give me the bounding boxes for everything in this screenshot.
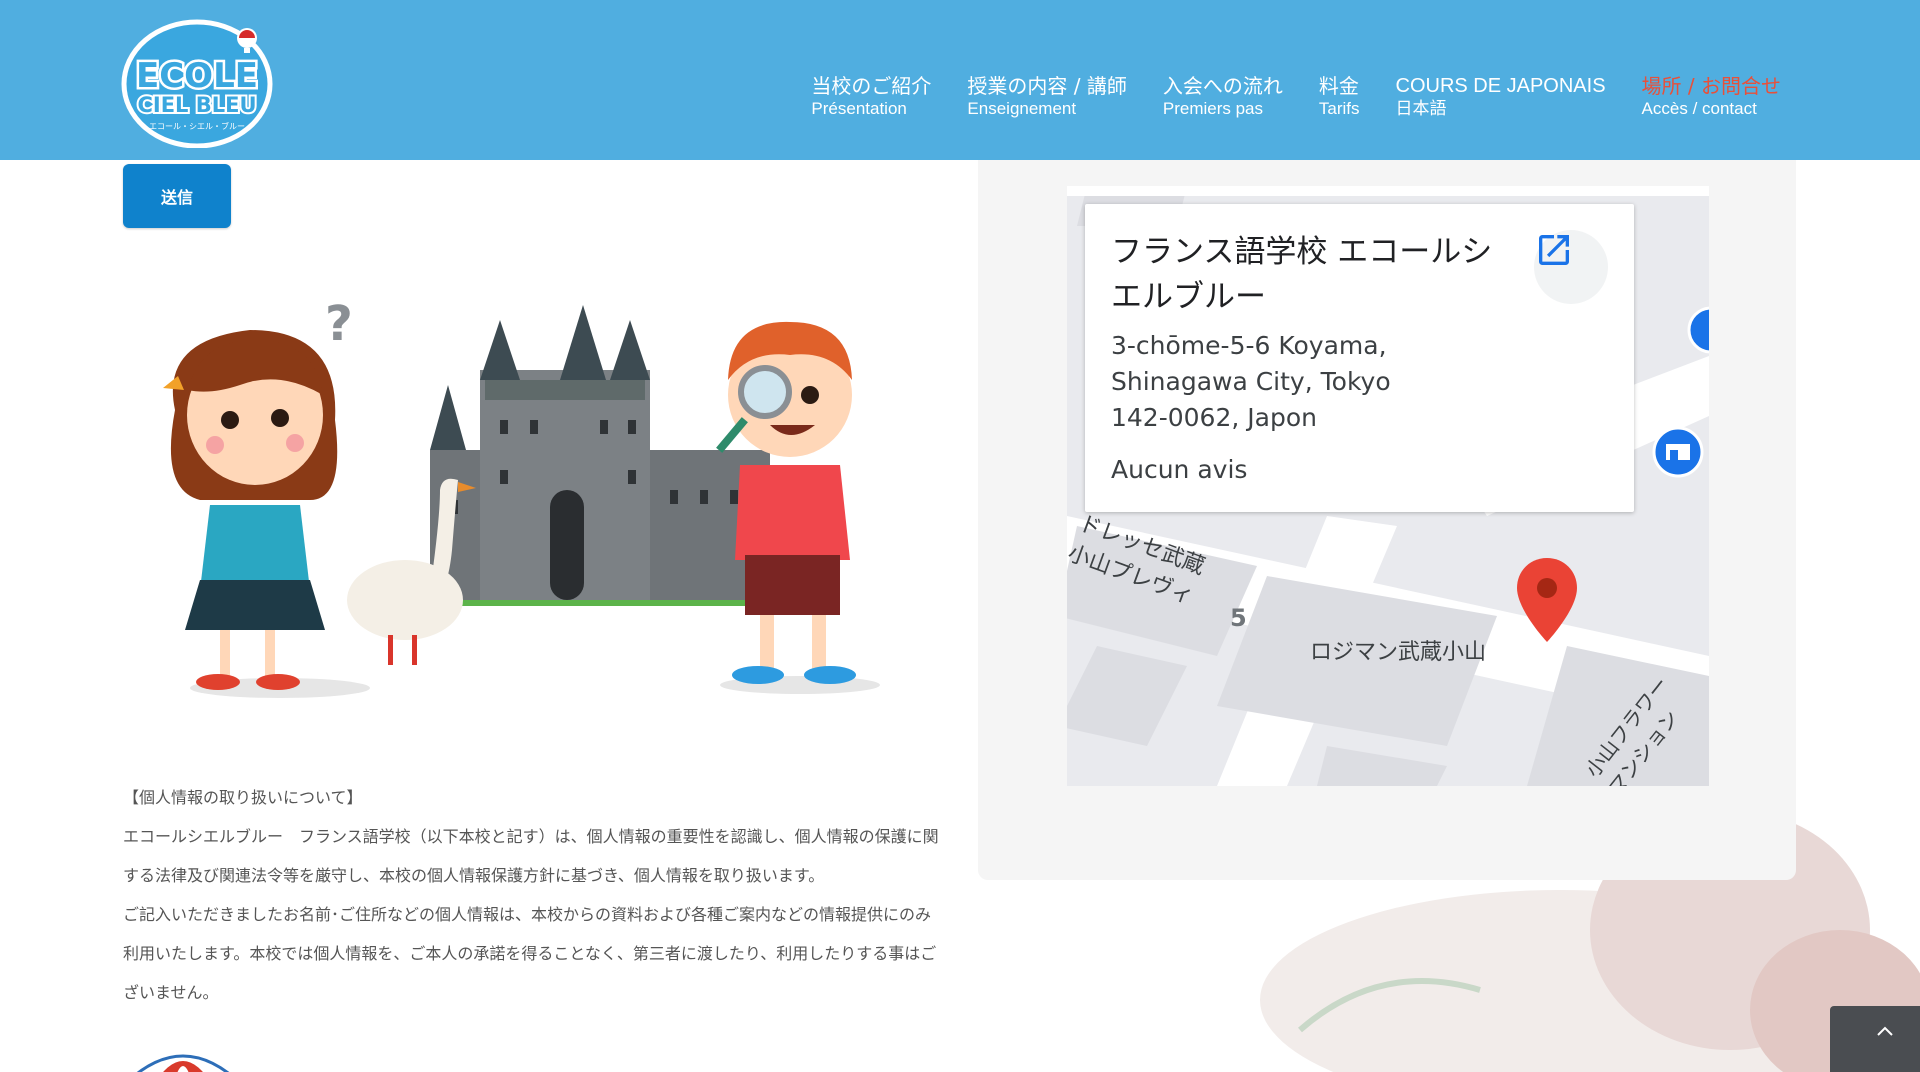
nav-item-premiers-pas[interactable]: 入会への流れ Premiers pas [1163,74,1283,120]
privacy-policy: 【個人情報の取り扱いについて】 エコールシエルブルー フランス語学校（以下本校と… [123,778,943,1012]
place-address: 3-chōme-5-6 Koyama, Shinagawa City, Toky… [1111,328,1471,436]
kids-castle-illustration: ? [163,300,880,698]
nav-label-jp: 入会への流れ [1162,74,1283,98]
nav-label-jp: 料金 [1318,74,1359,98]
nav-label-fr: 日本語 [1395,99,1447,119]
nav-label-fr: Tarifs [1318,99,1360,118]
submit-button[interactable]: 送信 [123,164,231,228]
nav-label-jp: 授業の内容 / 講師 [967,74,1127,98]
privacy-paragraph-2: ご記入いただきましたお名前･ご住所などの個人情報は、本校からの資料および各種ご案… [123,905,937,1002]
shop-marker-icon[interactable] [1652,426,1704,486]
nav-label-jp: COURS DE JAPONAIS [1395,75,1606,97]
place-reviews: Aucun avis [1111,455,1248,484]
open-in-maps-button[interactable] [1534,230,1608,304]
back-to-top-button[interactable] [1830,1006,1920,1072]
location-pin-icon[interactable] [1517,558,1577,642]
chevron-up-icon [1877,1026,1893,1036]
balloon-decoration [136,1054,230,1072]
address-line-2: Shinagawa City, Tokyo [1111,367,1391,396]
nav-item-cours-japonais[interactable]: COURS DE JAPONAIS 日本語 [1396,74,1606,120]
place-name: フランス語学校 エコールシエルブルー [1111,234,1493,315]
svg-text:?: ? [325,300,353,352]
nav-label-fr: Présentation [811,99,907,118]
main-nav: 当校のご紹介 Présentation 授業の内容 / 講師 Enseignem… [811,74,1781,120]
nav-label-fr: Accès / contact [1641,99,1757,118]
map-marker-edge-icon[interactable] [1685,304,1709,358]
nav-item-tarifs[interactable]: 料金 Tarifs [1319,74,1360,120]
castle [430,305,770,606]
nav-item-acces-contact[interactable]: 場所 / お問合せ Accès / contact [1642,74,1781,120]
nav-label-fr: Premiers pas [1162,99,1264,118]
school-logo[interactable]: ECOLE ECOLE CIEL BLEU CIEL BLEU エコール・シエル… [121,16,273,148]
privacy-heading: 【個人情報の取り扱いについて】 [123,788,363,807]
nav-label-jp: 場所 / お問合せ [1641,74,1781,98]
logo-text-2-fill: CIEL BLEU [137,93,256,117]
logo-tagline: エコール・シエル・ブルー [149,121,245,131]
nav-label-jp: 当校のご紹介 [811,74,932,98]
nav-label-fr: Enseignement [967,99,1077,118]
google-map[interactable]: ドレッセ武蔵 小山プレヴィ 5 ロジマン武蔵小山 小山フラワー マンション フラ… [1067,186,1709,786]
place-info-card: フランス語学校 エコールシエルブルー 3-chōme-5-6 Koyama, S… [1085,204,1634,512]
address-line-3: 142-0062, Japon [1111,403,1317,432]
map-label-block-number: 5 [1230,604,1247,632]
site-header: ECOLE ECOLE CIEL BLEU CIEL BLEU エコール・シエル… [0,0,1920,160]
girl-character: ? [163,300,353,690]
external-link-icon [1539,235,1569,265]
nav-item-enseignement[interactable]: 授業の内容 / 講師 Enseignement [967,74,1126,120]
map-label-building-2: ロジマン武蔵小山 [1310,640,1487,665]
address-line-1: 3-chōme-5-6 Koyama, [1111,331,1387,360]
logo-text-1-fill: ECOLE [136,56,258,96]
nav-item-presentation[interactable]: 当校のご紹介 Présentation [811,74,931,120]
privacy-paragraph-1: エコールシエルブルー フランス語学校（以下本校と記す）は、個人情報の重要性を認識… [123,827,939,885]
